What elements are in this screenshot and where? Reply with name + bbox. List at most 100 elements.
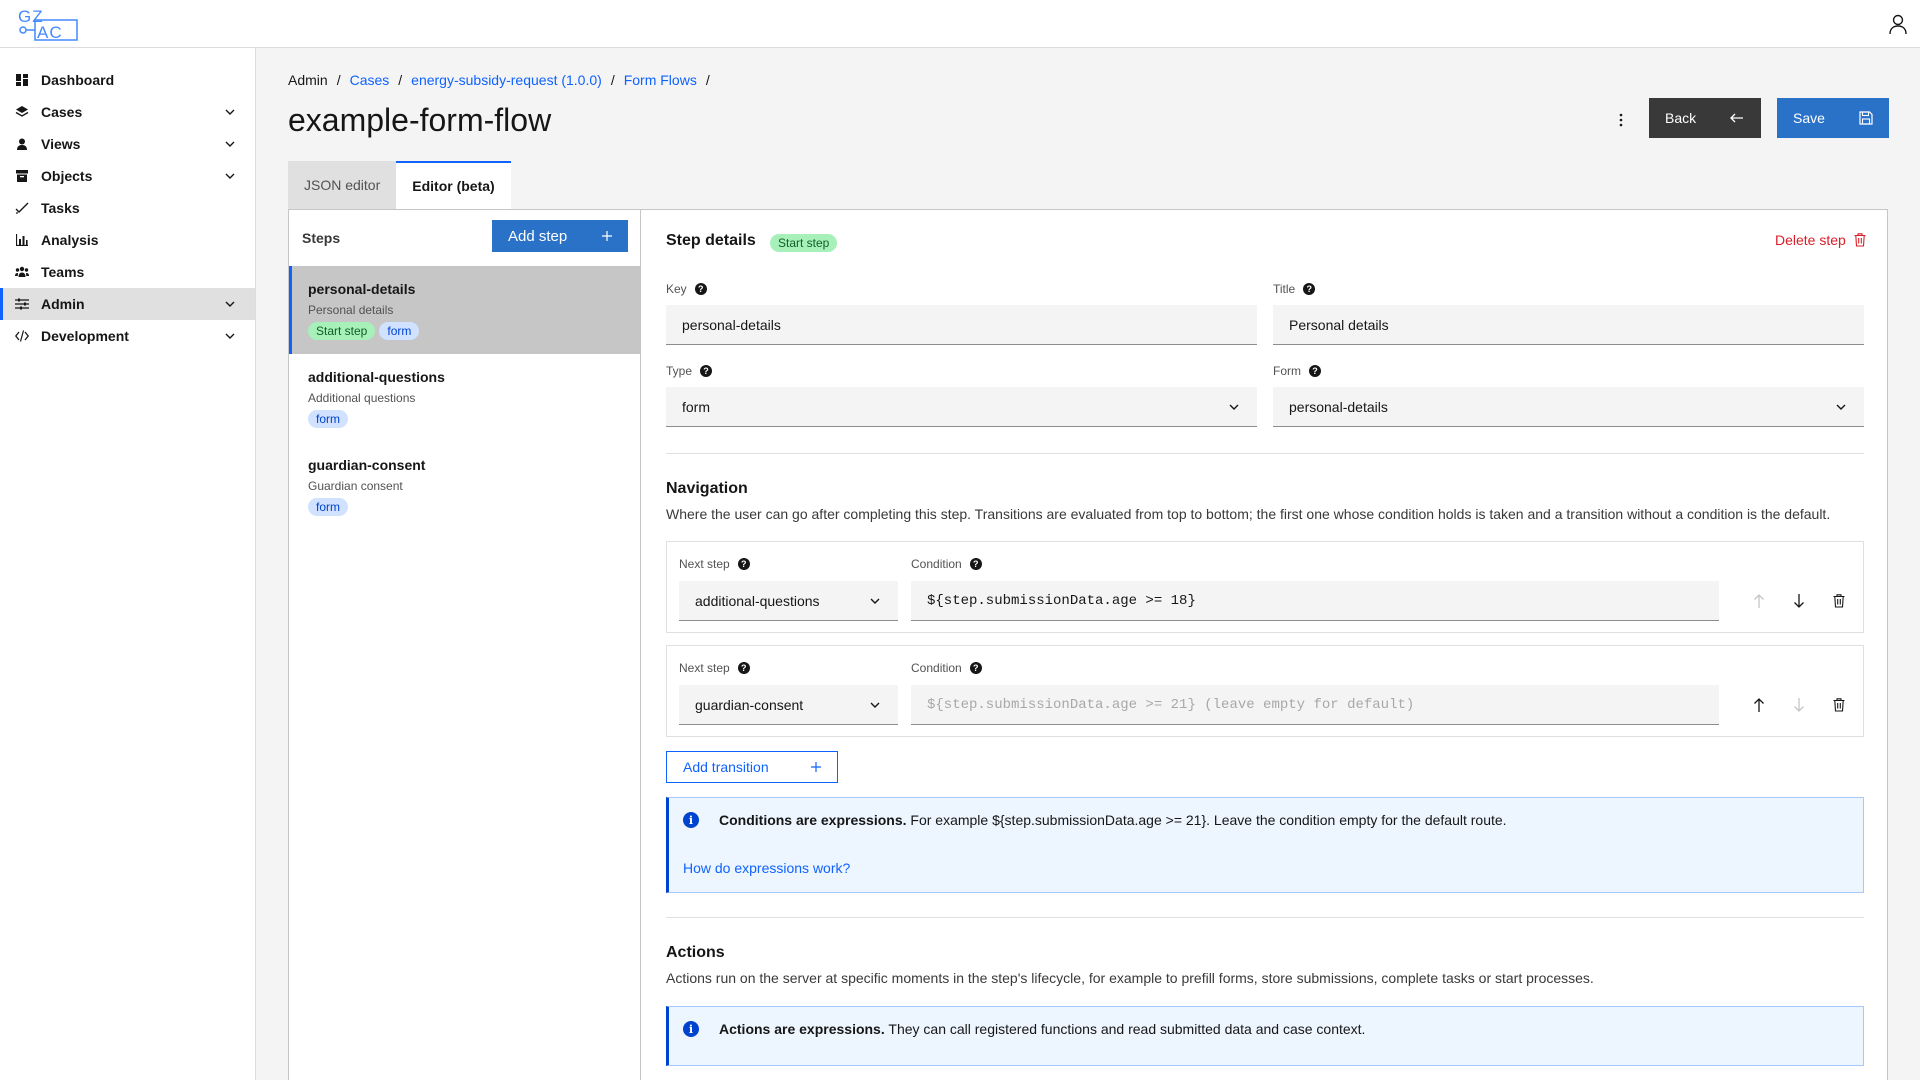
add-icon [602, 231, 612, 241]
add-transition-button[interactable]: Add transition [666, 751, 838, 783]
chevron-down-icon [225, 333, 235, 339]
title-input[interactable]: Personal details [1273, 305, 1864, 345]
help-icon[interactable]: ? [700, 365, 713, 377]
condition-label: Condition ? [911, 557, 982, 571]
navigation-heading: Navigation [666, 480, 748, 497]
sidebar-item-tasks[interactable]: Tasks [0, 192, 255, 224]
sidebar-item-development[interactable]: Development [0, 320, 255, 352]
step-item-additional-questions[interactable]: additional-questions Additional question… [289, 354, 640, 442]
group-icon [14, 264, 30, 280]
condition-input[interactable]: ${step.submissionData.age >= 18} [911, 581, 1719, 621]
breadcrumb-cases-link[interactable]: Cases [350, 72, 390, 88]
tab-editor-beta[interactable]: Editor (beta) [396, 161, 511, 209]
condition-input[interactable]: ${step.submissionData.age >= 21} (leave … [911, 685, 1719, 725]
add-step-button[interactable]: Add step [492, 220, 628, 252]
form-select-value: personal-details [1289, 398, 1388, 415]
move-up-button[interactable] [1743, 689, 1775, 721]
save-button-label: Save [1793, 110, 1825, 126]
next-step-label-text: Next step [679, 557, 730, 571]
sidebar-item-teams[interactable]: Teams [0, 256, 255, 288]
move-down-button[interactable] [1783, 689, 1815, 721]
logo[interactable]: GZ AC [15, 6, 79, 42]
delete-step-button[interactable]: Delete step [1775, 232, 1866, 248]
breadcrumb-case-definition-link[interactable]: energy-subsidy-request (1.0.0) [411, 72, 602, 88]
info-icon: i [683, 1021, 699, 1037]
step-item-guardian-consent[interactable]: guardian-consent Guardian consent form [289, 442, 640, 530]
help-icon[interactable]: ? [737, 662, 750, 674]
breadcrumb: Admin / Cases / energy-subsidy-request (… [288, 72, 719, 88]
editor-panel: Steps Add step personal-details Personal… [288, 209, 1888, 1080]
next-step-label-text: Next step [679, 661, 730, 675]
form-tag: form [379, 322, 420, 340]
move-down-button[interactable] [1783, 585, 1815, 617]
conditions-info-notice: i Conditions are expressions. For exampl… [666, 797, 1864, 893]
sidebar-item-label: Objects [41, 168, 93, 184]
step-key: additional-questions [308, 369, 445, 385]
breadcrumb-form-flows-link[interactable]: Form Flows [624, 72, 697, 88]
save-button[interactable]: Save [1777, 98, 1889, 138]
form-select[interactable]: personal-details [1273, 387, 1864, 427]
sidebar-item-label: Tasks [41, 200, 80, 216]
notice-body: For example ${step.submissionData.age >=… [910, 812, 1507, 828]
tab-json-editor[interactable]: JSON editor [288, 161, 397, 209]
type-select-value: form [682, 398, 710, 415]
user-profile-button[interactable] [1886, 12, 1910, 36]
help-icon[interactable]: ? [694, 283, 707, 295]
actions-info-notice: i Actions are expressions. They can call… [666, 1006, 1864, 1066]
help-icon[interactable]: ? [1303, 283, 1316, 295]
key-input[interactable]: personal-details [666, 305, 1257, 345]
sidebar-item-label: Views [41, 136, 81, 152]
sidebar-item-label: Teams [41, 264, 85, 280]
chevron-down-icon [870, 702, 880, 708]
sidebar-item-label: Development [41, 328, 129, 344]
sidebar-item-admin[interactable]: Admin [0, 288, 255, 320]
start-step-tag: Start step [770, 234, 838, 252]
help-icon[interactable]: ? [969, 558, 982, 570]
checkmark-icon [14, 200, 30, 216]
settings-adjust-icon [14, 296, 30, 312]
step-key: personal-details [308, 281, 416, 297]
editor-tabs: JSON editor Editor (beta) [288, 161, 511, 209]
sidebar-item-views[interactable]: Views [0, 128, 255, 160]
back-button[interactable]: Back [1649, 98, 1761, 138]
sidebar-item-objects[interactable]: Objects [0, 160, 255, 192]
overflow-menu-button[interactable] [1601, 100, 1641, 140]
how-do-expressions-work-link[interactable]: How do expressions work? [683, 860, 850, 876]
arrow-left-icon [1730, 113, 1743, 123]
arrow-up-icon [1754, 594, 1764, 608]
step-details-pane: Step details Start step Delete step Key … [641, 210, 1887, 1080]
type-select[interactable]: form [666, 387, 1257, 427]
sidebar-item-label: Dashboard [41, 72, 115, 88]
sidebar-item-analysis[interactable]: Analysis [0, 224, 255, 256]
step-item-personal-details[interactable]: personal-details Personal details Start … [289, 266, 640, 354]
breadcrumb-separator: / [705, 72, 710, 88]
step-title: Guardian consent [308, 479, 403, 493]
overflow-menu-icon [1619, 113, 1623, 127]
key-label-text: Key [666, 282, 687, 296]
move-up-button[interactable] [1743, 585, 1775, 617]
steps-pane: Steps Add step personal-details Personal… [289, 210, 641, 1080]
help-icon[interactable]: ? [737, 558, 750, 570]
trash-icon [1833, 594, 1845, 608]
dashboard-icon [14, 72, 30, 88]
title-label: Title ? [1273, 282, 1316, 296]
sidebar-item-label: Analysis [41, 232, 99, 248]
main-content: Admin / Cases / energy-subsidy-request (… [257, 48, 1920, 1080]
trash-icon [1833, 698, 1845, 712]
sidebar-item-cases[interactable]: Cases [0, 96, 255, 128]
sidebar-item-label: Admin [41, 296, 85, 312]
type-label: Type ? [666, 364, 713, 378]
delete-transition-button[interactable] [1823, 689, 1855, 721]
add-transition-label: Add transition [683, 759, 769, 775]
sidebar-item-dashboard[interactable]: Dashboard [0, 64, 255, 96]
help-icon[interactable]: ? [969, 662, 982, 674]
delete-transition-button[interactable] [1823, 585, 1855, 617]
step-details-heading: Step details [666, 232, 756, 249]
help-icon[interactable]: ? [1309, 365, 1321, 377]
chevron-down-icon [870, 598, 880, 604]
divider [666, 453, 1864, 454]
form-label-text: Form [1273, 364, 1301, 378]
next-step-select[interactable]: additional-questions [679, 581, 898, 621]
notice-text: Actions are expressions. They can call r… [719, 1021, 1365, 1037]
next-step-select[interactable]: guardian-consent [679, 685, 898, 725]
